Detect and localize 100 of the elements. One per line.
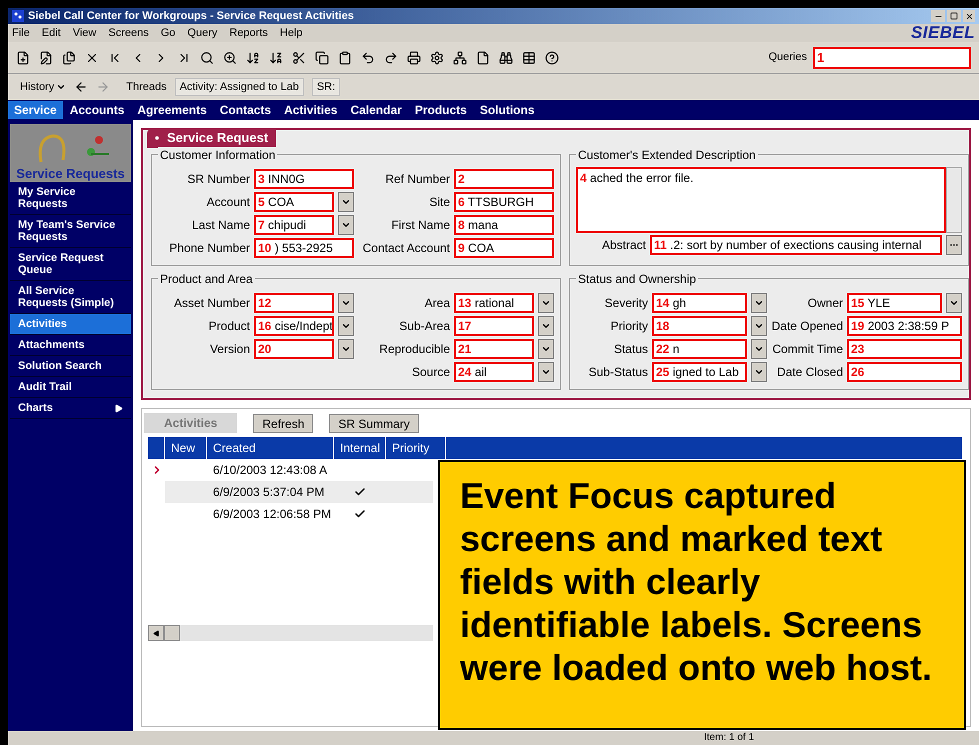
ellipsis-button[interactable] xyxy=(946,234,962,254)
paste-button[interactable] xyxy=(338,50,352,66)
input-field[interactable]: 25 igned to Lab xyxy=(652,362,747,382)
menu-item[interactable]: Edit xyxy=(42,24,61,42)
horizontal-scrollbar[interactable] xyxy=(148,625,433,641)
dropdown-button[interactable] xyxy=(751,316,767,336)
queries-field[interactable]: 1 xyxy=(813,46,971,68)
toolbar-button[interactable]: Refresh xyxy=(253,414,314,433)
minimize-button[interactable] xyxy=(931,10,945,22)
dropdown-button[interactable] xyxy=(538,292,554,312)
input-field[interactable]: 15 YLE xyxy=(847,292,942,312)
input-field[interactable]: 21 xyxy=(454,338,534,358)
print-button[interactable] xyxy=(407,50,421,66)
screen-tab[interactable]: Contacts xyxy=(214,101,278,119)
cut-button[interactable] xyxy=(292,50,306,66)
dropdown-button[interactable] xyxy=(751,292,767,312)
thread-link[interactable]: Activity: Assigned to Lab xyxy=(174,78,304,96)
menu-item[interactable]: Go xyxy=(160,24,176,42)
screen-tab[interactable]: Accounts xyxy=(64,101,130,119)
screen-tab[interactable]: Service xyxy=(8,101,63,119)
input-field[interactable]: 12 xyxy=(254,292,334,312)
undo-button[interactable] xyxy=(361,50,375,66)
sidebar-item[interactable]: Service Request Queue xyxy=(10,248,131,281)
network-button[interactable] xyxy=(453,50,467,66)
column-header[interactable]: Priority xyxy=(386,437,446,459)
menu-item[interactable]: File xyxy=(12,24,30,42)
dropdown-button[interactable] xyxy=(338,292,354,312)
copy-record-button[interactable] xyxy=(62,50,76,66)
column-header[interactable]: Created xyxy=(207,437,334,459)
screen-tab[interactable]: Products xyxy=(408,101,473,119)
menu-item[interactable]: View xyxy=(72,24,96,42)
screen-tab[interactable]: Agreements xyxy=(131,101,213,119)
dropdown-button[interactable] xyxy=(538,316,554,336)
menu-item[interactable]: Query xyxy=(187,24,218,42)
input-field[interactable]: 14 gh xyxy=(652,292,747,312)
input-field[interactable]: 18 xyxy=(652,316,747,336)
sidebar-item[interactable]: Solution Search xyxy=(10,356,131,377)
input-field[interactable]: 24 ail xyxy=(454,362,534,382)
close-button[interactable] xyxy=(963,10,975,22)
menu-item[interactable]: Screens xyxy=(108,24,149,42)
input-field[interactable]: 11 .2: sort by number of exections causing internal xyxy=(650,234,942,254)
input-field[interactable]: 6 TTSBURGH xyxy=(454,192,554,212)
scroll-thumb[interactable] xyxy=(164,625,180,641)
input-field[interactable]: 3 INN0G xyxy=(254,168,354,188)
scrollbar[interactable] xyxy=(946,167,962,233)
input-field[interactable]: 20 xyxy=(254,338,334,358)
sidebar-item[interactable]: Attachments xyxy=(10,335,131,356)
sidebar-item[interactable]: Activities xyxy=(10,314,131,335)
toolbar-button[interactable]: SR Summary xyxy=(329,414,419,433)
binoculars-button[interactable] xyxy=(499,50,513,66)
restore-button[interactable] xyxy=(947,10,961,22)
dropdown-button[interactable] xyxy=(338,316,354,336)
field-label: Area xyxy=(424,294,450,312)
screen-tab[interactable]: Activities xyxy=(278,101,344,119)
blank-page-button[interactable] xyxy=(476,50,490,66)
input-field[interactable]: 5 COA xyxy=(254,192,334,212)
table-row[interactable]: 6/9/2003 12:06:58 PM xyxy=(148,503,433,525)
input-field[interactable]: 19 2003 2:38:59 P xyxy=(847,316,962,336)
text-area[interactable]: 4 ached the error file. xyxy=(576,167,946,233)
thread-link[interactable]: SR: xyxy=(312,78,340,96)
screen-tab[interactable]: Calendar xyxy=(344,101,408,119)
sidebar-item[interactable]: My Team's Service Requests xyxy=(10,215,131,248)
help-button[interactable] xyxy=(545,50,559,66)
column-header[interactable]: New xyxy=(165,437,207,459)
copy-button[interactable] xyxy=(315,50,329,66)
menu-item[interactable]: Reports xyxy=(229,24,268,42)
input-field[interactable]: 10 ) 553-2925 xyxy=(254,238,354,258)
dropdown-button[interactable] xyxy=(338,338,354,358)
input-field[interactable]: 26 xyxy=(847,362,962,382)
dropdown-button[interactable] xyxy=(946,292,962,312)
input-field[interactable]: 22 n xyxy=(652,338,747,358)
sidebar-item[interactable]: Audit Trail xyxy=(10,377,131,398)
edit-record-button[interactable] xyxy=(39,50,53,66)
input-field[interactable]: 2 xyxy=(454,168,554,188)
dropdown-button[interactable] xyxy=(751,362,767,382)
dropdown-button[interactable] xyxy=(338,192,354,212)
input-field[interactable]: 17 xyxy=(454,316,534,336)
table-edit-button[interactable] xyxy=(522,50,536,66)
dropdown-button[interactable] xyxy=(538,362,554,382)
dropdown-button[interactable] xyxy=(751,338,767,358)
history-menu[interactable]: History xyxy=(20,78,66,96)
search-button[interactable] xyxy=(200,50,214,66)
sidebar-item[interactable]: My Service Requests xyxy=(10,182,131,215)
table-row[interactable]: 6/10/2003 12:43:08 A xyxy=(148,459,433,481)
input-field[interactable]: 23 xyxy=(847,338,962,358)
column-header[interactable]: Internal xyxy=(334,437,386,459)
field-label: Abstract xyxy=(600,236,646,254)
settings-button[interactable] xyxy=(430,50,444,66)
menu-item[interactable]: Help xyxy=(280,24,303,42)
sidebar-item[interactable]: Charts xyxy=(10,398,131,419)
redo-button[interactable] xyxy=(384,50,398,66)
input-field[interactable]: 7 chipudi xyxy=(254,214,334,234)
input-field[interactable]: 13 rational xyxy=(454,292,534,312)
screen-tab[interactable]: Solutions xyxy=(474,101,540,119)
dropdown-button[interactable] xyxy=(338,214,354,234)
new-record-button[interactable] xyxy=(16,50,30,66)
zoom-button[interactable] xyxy=(223,50,237,66)
dropdown-button[interactable] xyxy=(538,338,554,358)
input-field[interactable]: 8 mana xyxy=(454,214,554,234)
input-field[interactable]: 9 COA xyxy=(454,238,554,258)
